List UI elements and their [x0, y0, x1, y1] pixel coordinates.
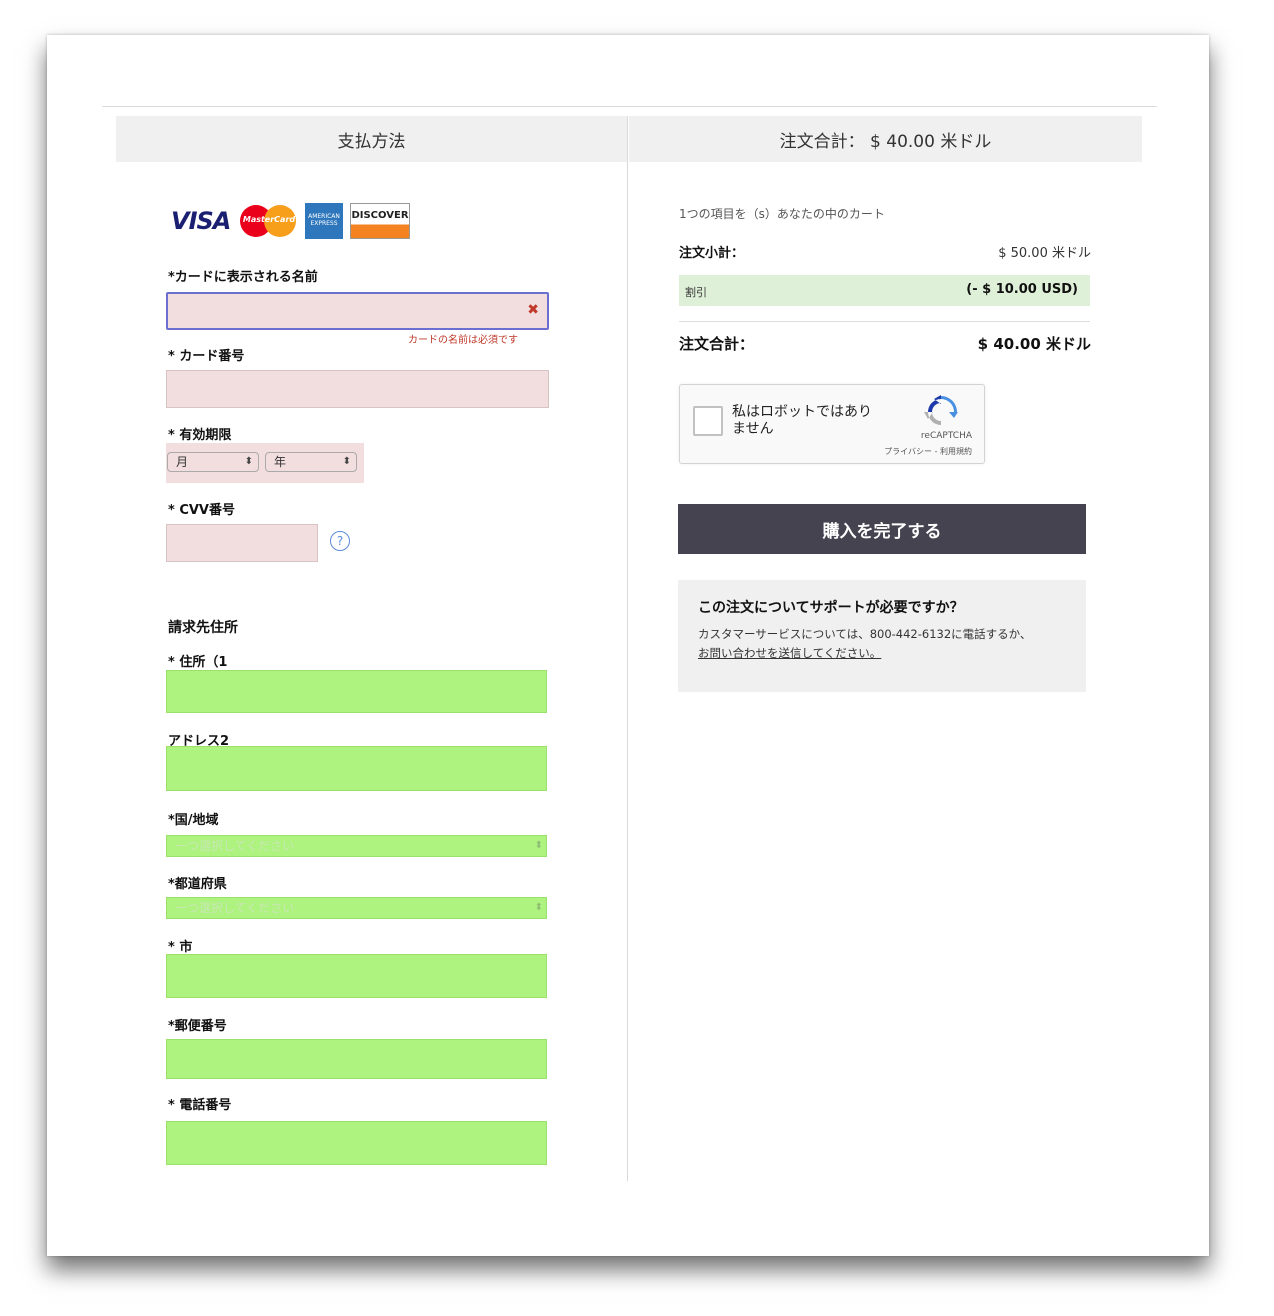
amex-logo-icon: AMERICAN EXPRESS: [305, 203, 343, 239]
contact-link[interactable]: お問い合わせを送信してください。: [698, 646, 881, 660]
card-name-input[interactable]: ✖: [166, 292, 549, 330]
address1-input[interactable]: [166, 670, 547, 713]
recaptcha-brand: reCAPTCHA: [920, 431, 972, 441]
prefecture-select[interactable]: 一つ選択してください ⬍: [166, 897, 547, 919]
visa-logo-icon: VISA: [171, 207, 231, 235]
help-title: この注文についてサポートが必要ですか？: [698, 600, 964, 616]
help-text: カスタマーサービスについては、800-442-6132に電話するか、 お問い合わ…: [698, 627, 1032, 660]
subtotal-value: $ 50.00 米ドル: [998, 246, 1091, 261]
recaptcha-widget: 私はロボットではありません reCAPTCHA プライバシー - 利用規約: [679, 384, 985, 464]
discount-value: (- $ 10.00 USD): [966, 282, 1078, 297]
help-box: この注文についてサポートが必要ですか？ カスタマーサービスについては、800-4…: [678, 580, 1086, 692]
postal-label: *郵便番号: [168, 1019, 227, 1034]
expiry-label: * 有効期限: [168, 428, 232, 443]
cvv-input[interactable]: [166, 524, 318, 562]
card-number-label: * カード番号: [168, 349, 245, 364]
column-divider: [627, 116, 628, 1181]
country-label: *国/地域: [168, 813, 219, 828]
card-name-label: *カードに表示される名前: [168, 270, 318, 285]
country-select[interactable]: 一つ選択してください ⬍: [166, 835, 547, 857]
city-label: * 市: [168, 940, 193, 955]
discount-label: 割引: [685, 286, 707, 299]
cvv-label: * CVV番号: [168, 503, 235, 518]
postal-input[interactable]: [166, 1039, 547, 1079]
phone-input[interactable]: [166, 1121, 547, 1165]
city-input[interactable]: [166, 954, 547, 998]
error-x-icon: ✖: [527, 302, 539, 318]
order-total-header: 注文合計： $ 40.00 米ドル: [629, 116, 1142, 162]
payment-method-header: 支払方法: [116, 116, 627, 162]
recaptcha-checkbox[interactable]: [693, 406, 723, 436]
expiry-year-select[interactable]: 年 ⬍: [265, 452, 357, 472]
total-label: 注文合計：: [679, 335, 755, 353]
summary-divider: [679, 321, 1090, 322]
recaptcha-links[interactable]: プライバシー - 利用規約: [884, 446, 972, 457]
phone-label: * 電話番号: [168, 1098, 232, 1113]
address2-input[interactable]: [166, 746, 547, 791]
complete-purchase-button[interactable]: 購入を完了する: [678, 504, 1086, 554]
subtotal-label: 注文小計：: [679, 246, 745, 261]
mastercard-logo-icon: MasterCard: [240, 203, 298, 239]
total-value: $ 40.00 米ドル: [977, 335, 1091, 353]
cvv-help-icon[interactable]: ?: [330, 531, 350, 551]
top-divider: [102, 106, 1157, 107]
checkout-window: 支払方法 注文合計： $ 40.00 米ドル VISA MasterCard A…: [47, 35, 1209, 1256]
recaptcha-icon: [924, 395, 958, 425]
expiry-month-select[interactable]: 月 ⬍: [167, 452, 259, 472]
recaptcha-label: 私はロボットではありません: [732, 404, 872, 437]
billing-address-title: 請求先住所: [168, 620, 238, 636]
discount-row: 割引 (- $ 10.00 USD): [679, 275, 1090, 306]
card-logos: VISA MasterCard AMERICAN EXPRESS DISCOVE…: [171, 203, 410, 239]
card-number-input[interactable]: [166, 370, 549, 408]
items-in-cart: 1つの項目を（s）あなたの中のカート: [679, 207, 885, 221]
discover-logo-icon: DISCOVER: [350, 203, 410, 239]
prefecture-label: *都道府県: [168, 877, 227, 892]
card-name-error: カードの名前は必須です: [408, 335, 518, 346]
address1-label: * 住所（1: [168, 655, 228, 670]
